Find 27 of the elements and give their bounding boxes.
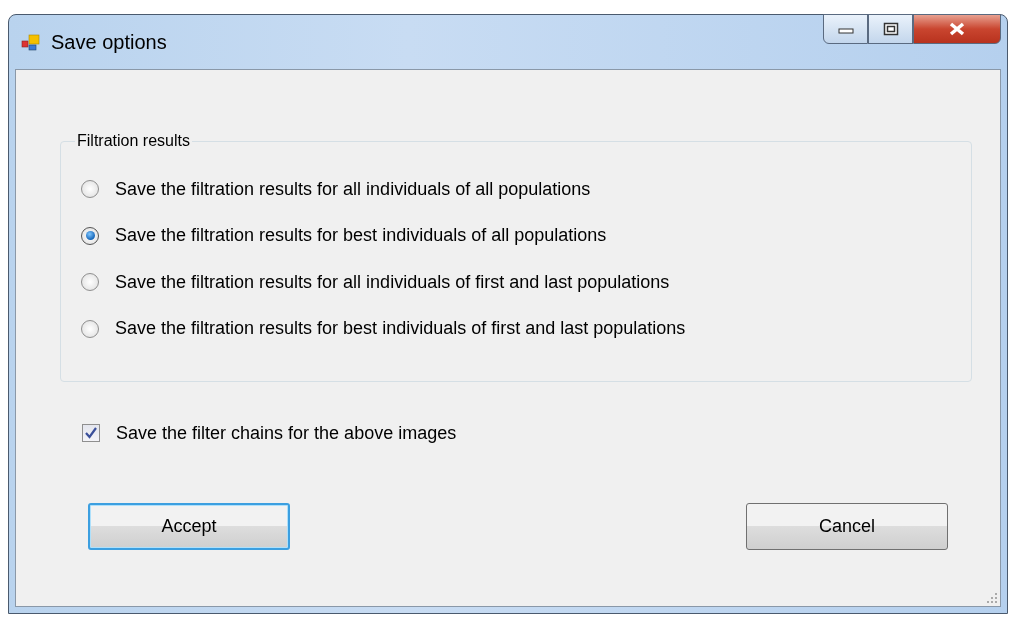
radio-button[interactable] [81, 226, 99, 245]
radio-button[interactable] [81, 319, 99, 338]
minimize-button[interactable] [823, 14, 868, 44]
dialog-button[interactable]: Cancel [746, 502, 948, 550]
radio-button[interactable] [81, 273, 99, 292]
option-label: Save the filtration results for best individuals of first and last populations [115, 318, 686, 340]
close-icon [948, 22, 966, 36]
radio-button[interactable] [81, 180, 99, 199]
checkbox[interactable] [82, 424, 100, 443]
radio-option[interactable]: Save the filtration results for all individuals of all populations [81, 166, 951, 213]
group-title: Filtration results [76, 132, 191, 150]
radio-option[interactable]: Save the filtration results for all individuals of first and last populations [81, 259, 951, 306]
check-icon [84, 426, 98, 441]
window-title: Save options [51, 30, 167, 54]
radio-option[interactable]: Save the filtration results for best individuals of all populations [81, 212, 951, 259]
radio-option[interactable]: Save the filtration results for best individuals of first and last populations [81, 305, 951, 352]
resize-grip-icon[interactable] [986, 592, 998, 604]
option-label: Save the filtration results for all individuals of all populations [115, 178, 591, 200]
option-label: Save the filtration results for best individuals of all populations [115, 225, 607, 247]
option-label: Save the filtration results for all individuals of first and last populations [115, 271, 670, 293]
maximize-button[interactable] [868, 14, 913, 44]
checkbox-option[interactable]: Save the filter chains for the above images [82, 410, 972, 457]
dialog-button[interactable]: Accept [88, 502, 290, 550]
checkbox-label: Save the filter chains for the above images [116, 422, 457, 444]
close-button[interactable] [913, 14, 1001, 44]
app-icon [21, 32, 41, 52]
maximize-icon [882, 22, 899, 36]
